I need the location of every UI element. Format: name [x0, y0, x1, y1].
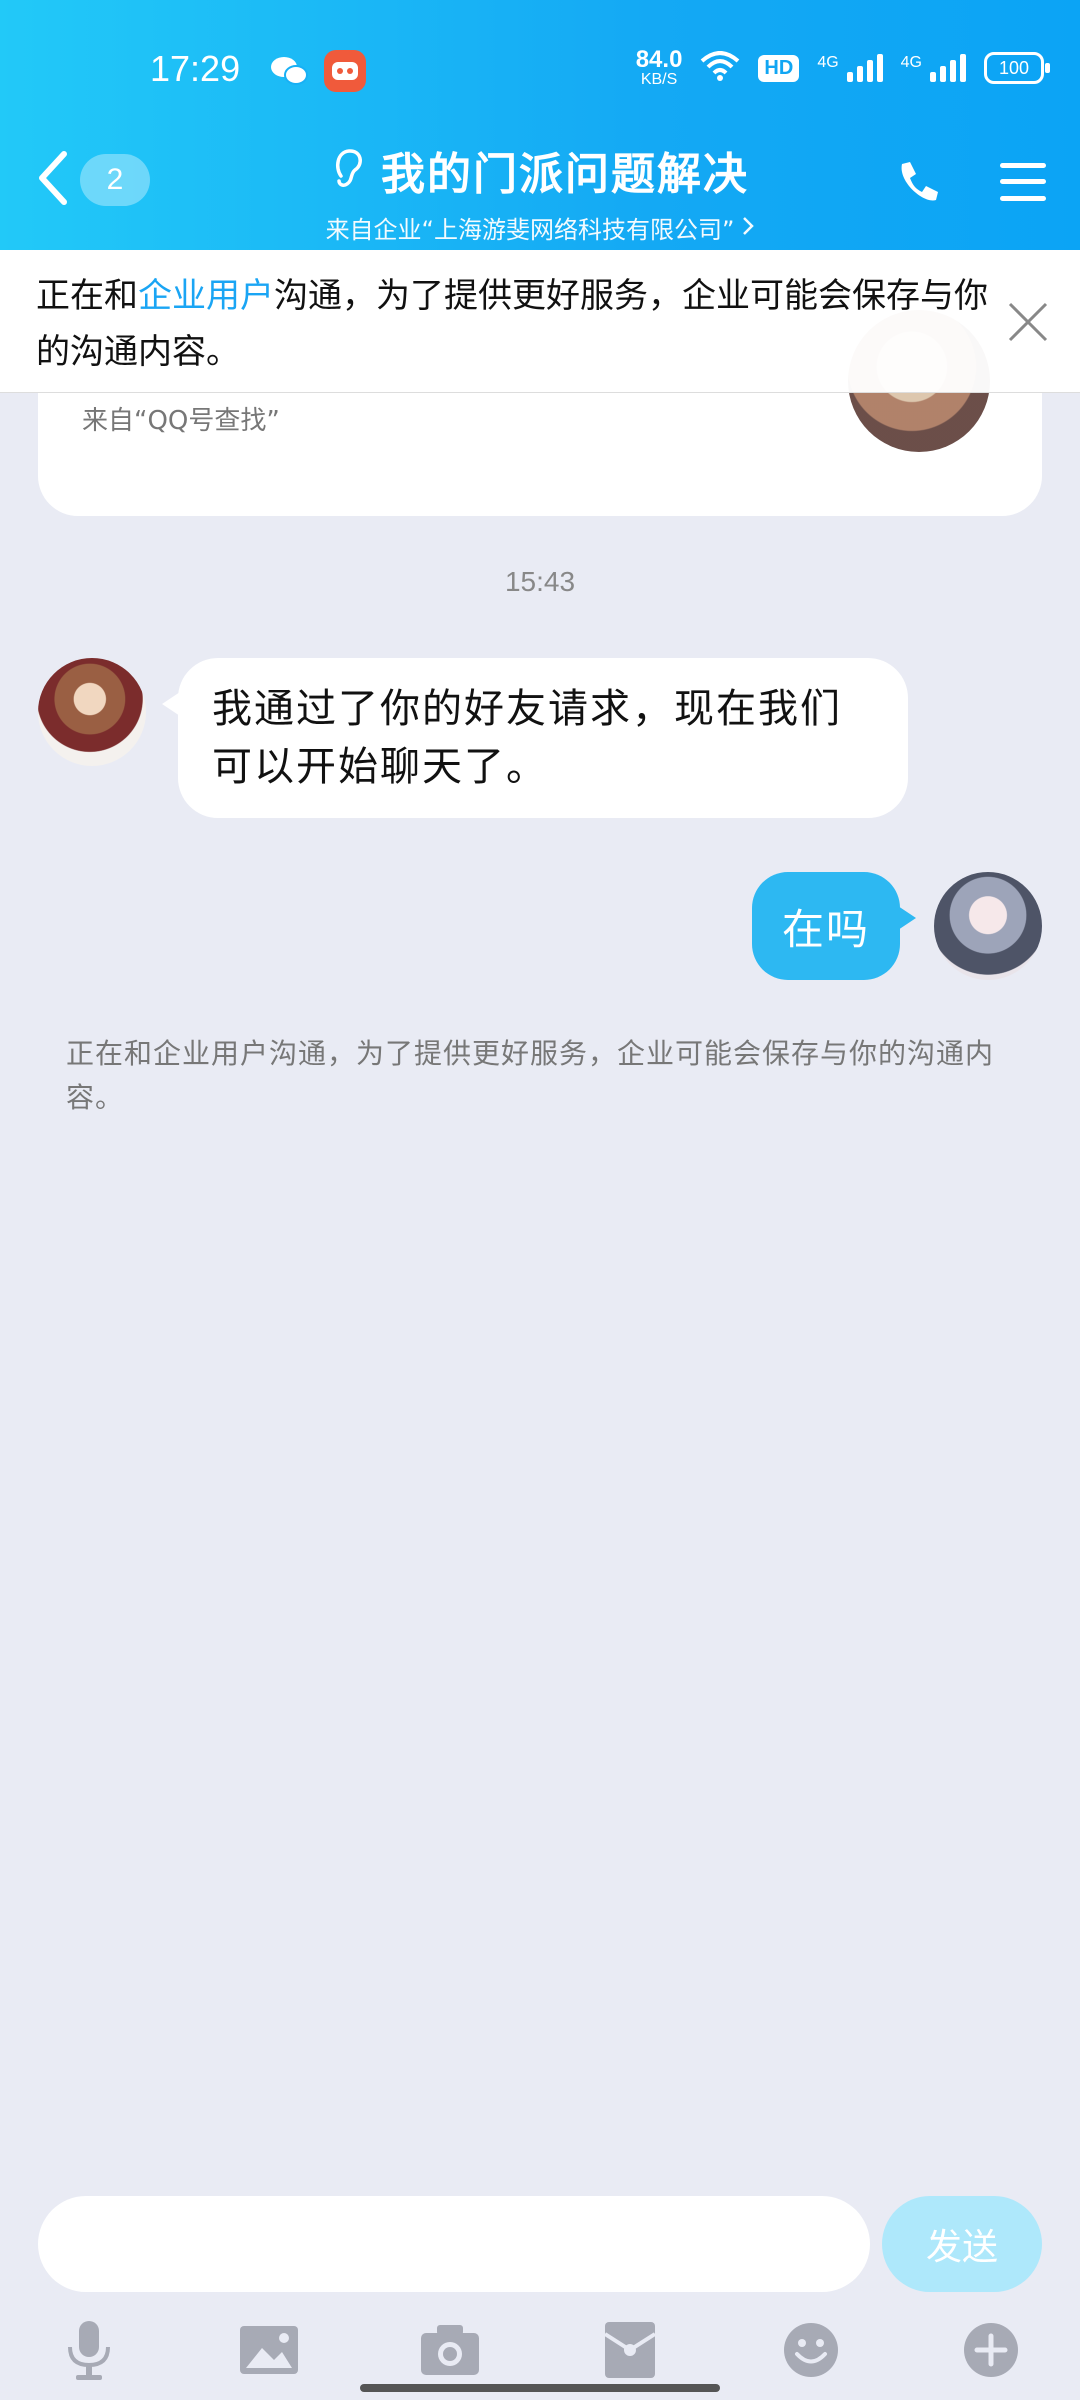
input-toolbar	[0, 2310, 1080, 2390]
message-timestamp: 15:43	[504, 566, 576, 597]
unread-count-badge: 2	[80, 154, 150, 206]
network-speed: 84.0 KB/S	[636, 48, 683, 88]
emoji-icon[interactable]	[776, 2315, 846, 2385]
home-indicator[interactable]	[360, 2384, 720, 2392]
notice-highlight-link[interactable]: 企业用户	[138, 276, 274, 316]
image-icon[interactable]	[234, 2315, 304, 2385]
notice-prefix: 正在和	[36, 276, 138, 316]
chat-title: 我的门派问题解决	[381, 149, 749, 200]
chat-screen: 17:29 84.0 KB/S HD 4G 4G 100 2 我的门派问题解决 …	[0, 0, 1080, 2400]
phone-icon[interactable]	[894, 158, 942, 210]
close-icon[interactable]	[1006, 300, 1050, 348]
wechat-icon	[268, 50, 310, 92]
app-notification-icon	[324, 50, 366, 92]
microphone-icon[interactable]	[54, 2315, 124, 2385]
wifi-icon	[700, 50, 740, 86]
message-input[interactable]	[38, 2196, 870, 2292]
chat-subtitle: 来自企业“上海游斐网络科技有限公司”	[325, 216, 735, 244]
status-time: 17:29	[150, 48, 241, 89]
outgoing-message-bubble[interactable]: 在吗	[752, 872, 916, 980]
battery-icon: 100	[984, 52, 1050, 84]
ear-icon	[331, 146, 367, 194]
back-button[interactable]: 2	[36, 150, 150, 210]
send-button[interactable]: 发送	[882, 2196, 1042, 2292]
menu-icon[interactable]	[998, 161, 1048, 207]
notification-icons	[268, 50, 366, 92]
net-speed-unit: KB/S	[640, 71, 678, 88]
privacy-notice-banner: 正在和企业用户沟通，为了提供更好服务，企业可能会保存与你的沟通内容。	[0, 250, 1080, 393]
header-actions	[894, 158, 1048, 210]
app-header: 17:29 84.0 KB/S HD 4G 4G 100 2 我的门派问题解决 …	[0, 0, 1080, 250]
signal-label-2: 4G	[900, 54, 922, 71]
chevron-left-icon	[36, 150, 70, 210]
self-avatar[interactable]	[934, 872, 1042, 980]
signal-icon-2: 4G	[901, 54, 966, 82]
chevron-right-icon	[742, 214, 755, 242]
incoming-message-bubble[interactable]: 我通过了你的好友请求，现在我们可以开始聊天了。	[162, 658, 908, 818]
notice-text: 正在和企业用户沟通，为了提供更好服务，企业可能会保存与你的沟通内容。	[36, 268, 996, 380]
red-packet-icon[interactable]	[595, 2315, 665, 2385]
signal-label-1: 4G	[817, 54, 839, 71]
system-note: 正在和企业用户沟通，为了提供更好服务，企业可能会保存与你的沟通内容。	[66, 1037, 995, 1114]
signal-icon-1: 4G	[817, 54, 883, 82]
plus-icon[interactable]	[956, 2315, 1026, 2385]
sender-avatar[interactable]	[38, 658, 146, 766]
hd-badge: HD	[758, 54, 800, 82]
card-source: 来自“QQ号查找”	[82, 406, 280, 436]
net-speed-value: 84.0	[635, 46, 683, 73]
camera-icon[interactable]	[415, 2315, 485, 2385]
chat-title-block[interactable]: 我的门派问题解决 来自企业“上海游斐网络科技有限公司”	[220, 138, 860, 245]
status-indicators: 84.0 KB/S HD 4G 4G 100	[636, 48, 1050, 88]
